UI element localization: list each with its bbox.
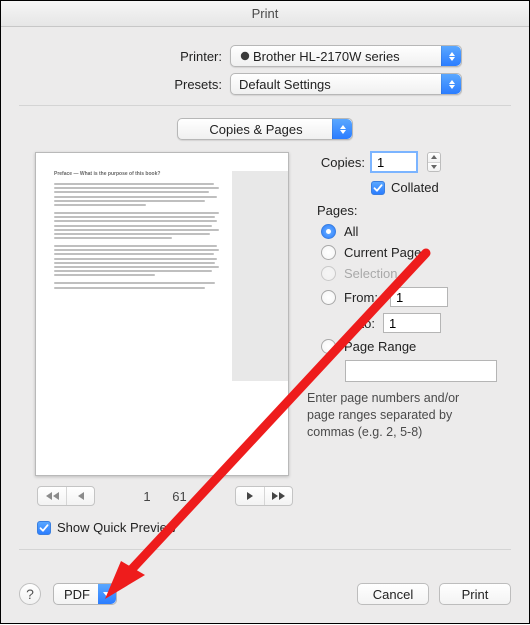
pages-to-label: to: [345, 316, 375, 331]
cancel-button[interactable]: Cancel [357, 583, 429, 605]
pages-all-label: All [344, 224, 358, 239]
page-counter: 1 61 [105, 489, 225, 504]
pages-current-label: Current Page [344, 245, 421, 260]
popup-arrows-icon [332, 119, 352, 139]
checkmark-icon [373, 183, 383, 193]
popup-arrows-icon [441, 74, 461, 94]
dropdown-arrow-icon [98, 584, 116, 604]
help-button[interactable]: ? [19, 583, 41, 605]
pages-all-radio[interactable] [321, 224, 336, 239]
page-preview: Preface — What is the purpose of this bo… [35, 152, 289, 476]
printer-status-icon [239, 50, 251, 62]
copies-stepper[interactable] [427, 152, 441, 172]
pages-from-radio[interactable] [321, 290, 336, 305]
pages-range-radio[interactable] [321, 339, 336, 354]
pager-last-button[interactable] [264, 487, 292, 505]
pages-range-hint: Enter page numbers and/or page ranges se… [307, 390, 487, 441]
collated-checkbox[interactable] [371, 181, 385, 195]
pages-selection-radio [321, 266, 336, 281]
print-button[interactable]: Print [439, 583, 511, 605]
checkmark-icon [39, 523, 49, 533]
printer-value: Brother HL-2170W series [253, 49, 441, 64]
cancel-label: Cancel [373, 587, 413, 602]
pages-label: Pages: [317, 203, 511, 218]
window-titlebar: Print [1, 1, 529, 27]
panel-popup[interactable]: Copies & Pages [177, 118, 353, 140]
presets-popup[interactable]: Default Settings [230, 73, 462, 95]
separator [19, 105, 511, 106]
pages-current-radio[interactable] [321, 245, 336, 260]
print-label: Print [462, 587, 489, 602]
popup-arrows-icon [441, 46, 461, 66]
stepper-down-button[interactable] [428, 162, 440, 171]
pager-prev-button[interactable] [66, 487, 94, 505]
separator [19, 549, 511, 550]
pages-selection-label: Selection [344, 266, 397, 281]
pages-range-input[interactable] [345, 360, 497, 382]
pdf-label: PDF [64, 587, 90, 602]
pages-from-input[interactable] [390, 287, 448, 307]
presets-label: Presets: [68, 77, 222, 92]
show-quick-preview-checkbox[interactable] [37, 521, 51, 535]
printer-popup[interactable]: Brother HL-2170W series [230, 45, 462, 67]
panel-value: Copies & Pages [186, 122, 332, 137]
pages-range-label: Page Range [344, 339, 416, 354]
copies-input[interactable] [371, 152, 417, 172]
help-icon: ? [26, 586, 34, 602]
collated-label: Collated [391, 180, 439, 195]
pdf-menu-button[interactable]: PDF [53, 583, 117, 605]
show-quick-preview-label: Show Quick Preview [57, 520, 176, 535]
stepper-up-button[interactable] [428, 153, 440, 162]
copies-label: Copies: [307, 155, 365, 170]
presets-value: Default Settings [239, 77, 441, 92]
pages-to-input[interactable] [383, 313, 441, 333]
pager-fwd-group[interactable] [235, 486, 293, 506]
printer-label: Printer: [68, 49, 222, 64]
pager-first-button[interactable] [38, 487, 66, 505]
pages-from-label: From: [344, 290, 378, 305]
pager-back-group[interactable] [37, 486, 95, 506]
window-title: Print [252, 6, 279, 21]
pager-next-button[interactable] [236, 487, 264, 505]
